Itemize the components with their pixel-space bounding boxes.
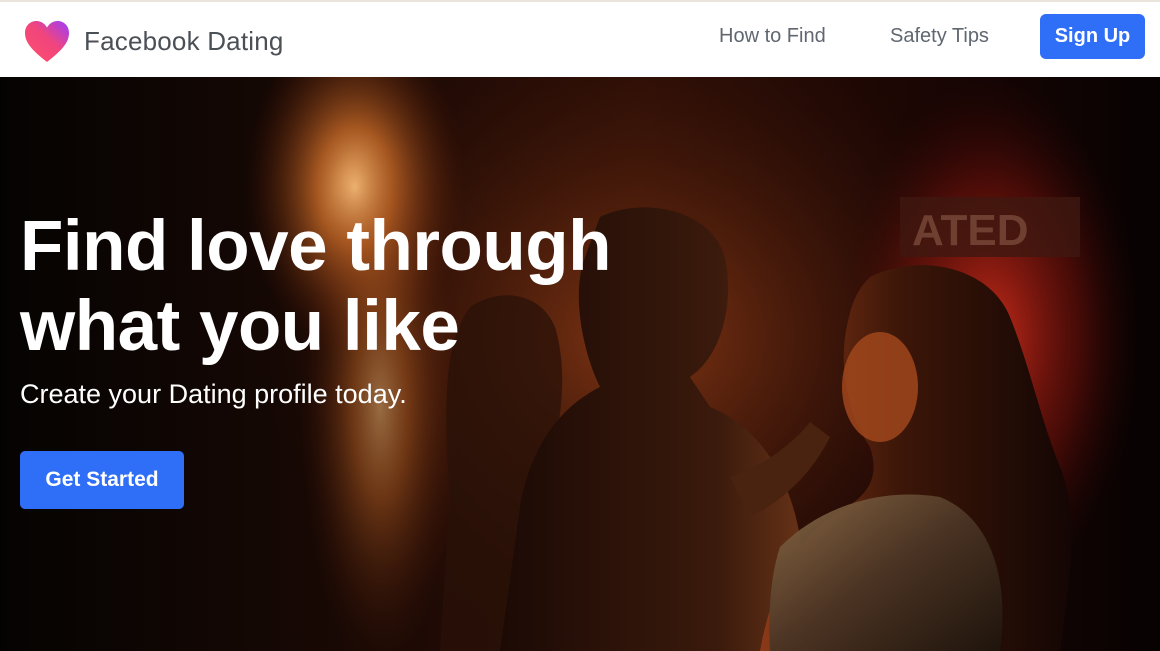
hero-headline-line-2: what you like: [20, 287, 460, 366]
heart-logo-icon[interactable]: [24, 20, 70, 64]
brand-name[interactable]: Facebook Dating: [84, 26, 284, 57]
background-sign-text: ATED: [912, 206, 1029, 255]
nav-link-safety-tips[interactable]: Safety Tips: [890, 25, 989, 48]
top-navigation-bar: Facebook Dating How to Find Safety Tips …: [0, 0, 1160, 77]
hero-headline-line-1: Find love through: [20, 207, 611, 286]
hero-section: ATED Find love through what you like Cre…: [0, 77, 1160, 651]
nav-link-how-to-find[interactable]: How to Find: [719, 25, 826, 48]
hero-headline: Find love through what you like: [20, 207, 720, 367]
get-started-button[interactable]: Get Started: [20, 451, 184, 509]
sign-up-button[interactable]: Sign Up: [1040, 14, 1145, 59]
hero-subtitle: Create your Dating profile today.: [20, 379, 407, 409]
